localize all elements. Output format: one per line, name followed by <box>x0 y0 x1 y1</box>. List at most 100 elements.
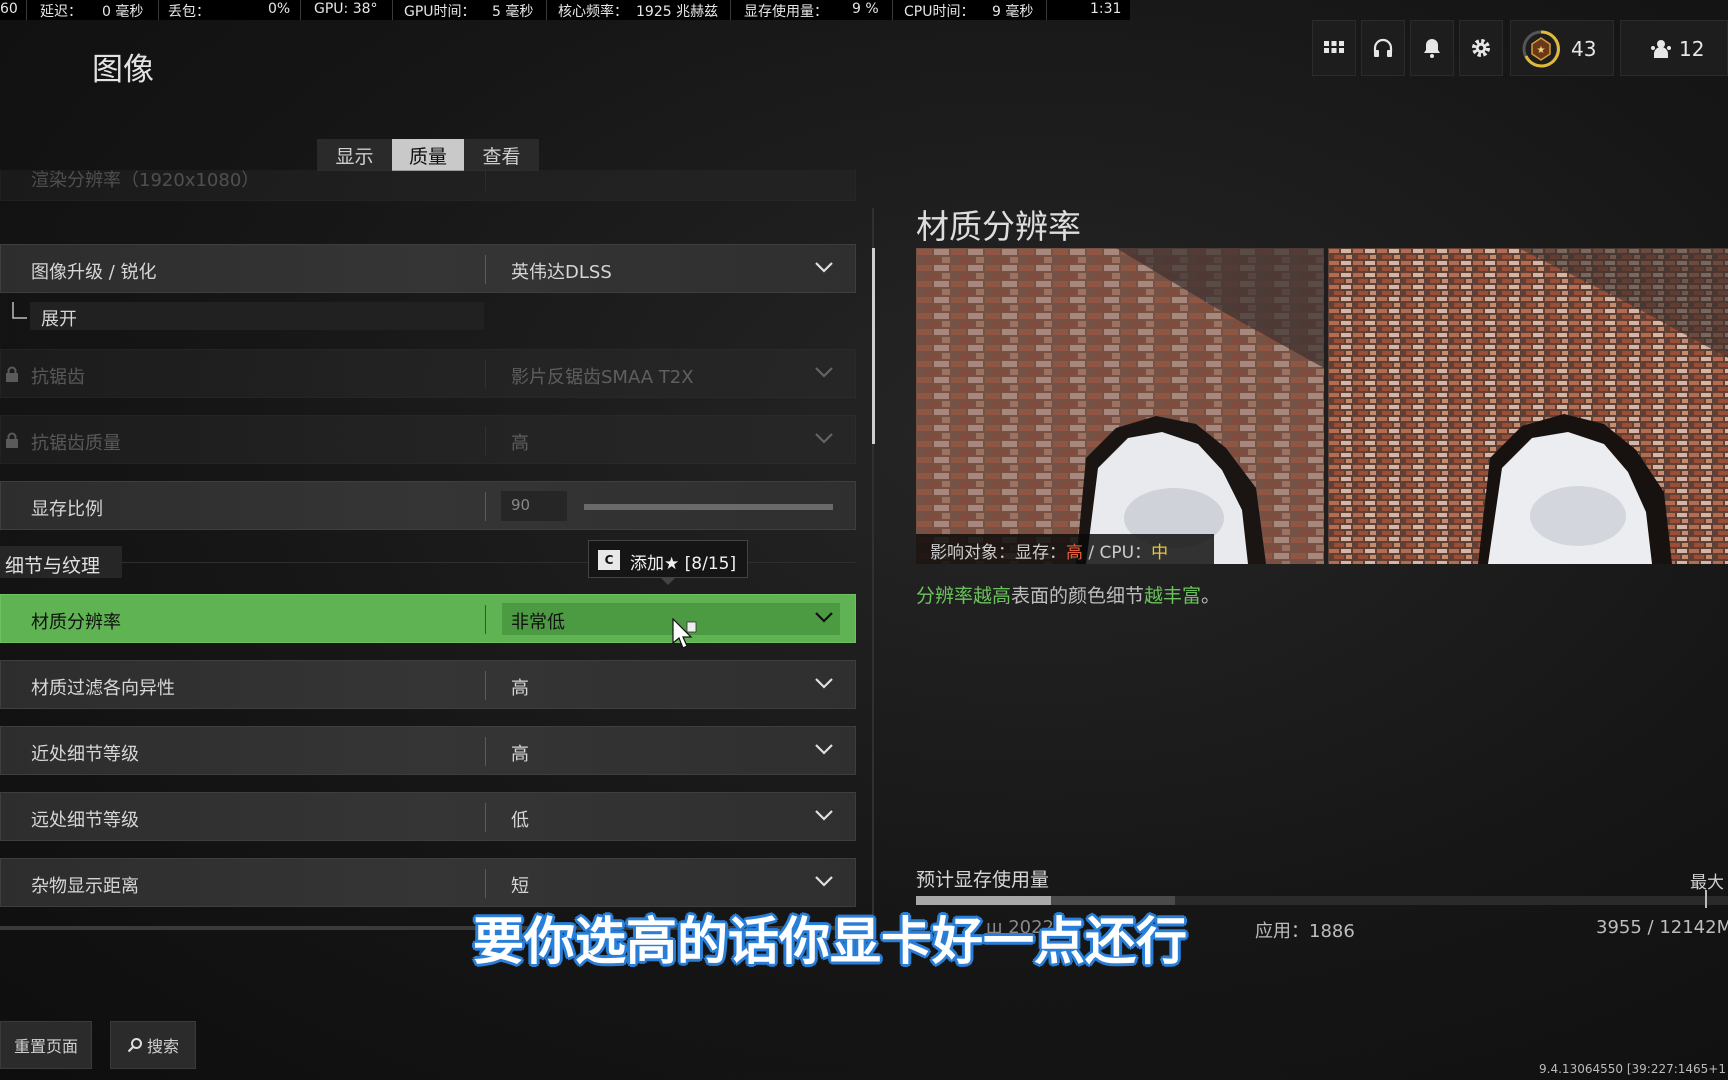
preview-image-high <box>1328 248 1728 564</box>
list-scroll-thumb[interactable] <box>872 248 875 444</box>
affect-vram-level: 高 <box>1066 543 1083 563</box>
friends-button[interactable]: 12 <box>1620 20 1728 76</box>
svg-text:★: ★ <box>1537 45 1546 56</box>
gpu-temp: GPU: 38° <box>314 1 378 17</box>
search-icon <box>127 1038 142 1053</box>
friends-count: 12 <box>1679 37 1705 61</box>
chevron-down-icon <box>815 678 833 689</box>
section-header: 细节与纹理 <box>0 546 122 578</box>
setting-row-texture-resolution[interactable]: 材质分辨率 非常低 <box>0 594 856 643</box>
vram-scale-input[interactable]: 90 <box>501 491 567 521</box>
affect-separator: / CPU： <box>1083 543 1152 563</box>
detail-title: 材质分辨率 <box>916 207 1081 246</box>
preview-image-low <box>916 248 1324 564</box>
setting-label: 渲染分辨率（1920x1080） <box>31 170 260 191</box>
vram-usage-value: 9 % <box>852 1 879 17</box>
setting-value: 低 <box>511 810 529 831</box>
detail-description: 分辨率越高表面的颜色细节越丰富。 <box>916 585 1221 607</box>
setting-row-anisotropic[interactable]: 材质过滤各向异性 高 <box>0 660 856 709</box>
reset-page-label: 重置页面 <box>13 1037 78 1056</box>
expand-sub-row[interactable]: 展开 <box>0 302 484 330</box>
setting-label: 杂物显示距离 <box>31 876 139 897</box>
expand-label: 展开 <box>41 309 77 330</box>
setting-value: 影片反锯齿SMAA T2X <box>511 367 694 388</box>
setting-label: 材质分辨率 <box>31 612 121 633</box>
cpu-time-value: 9 毫秒 <box>992 4 1034 20</box>
chevron-down-icon <box>815 744 833 755</box>
tab-view[interactable]: 查看 <box>464 139 539 171</box>
gpu-time-label: GPU时间： <box>404 4 476 20</box>
bell-icon <box>1424 39 1440 58</box>
setting-row-aa-quality: 抗锯齿质量 高 <box>0 415 856 464</box>
tab-bar: 显示 质量 查看 <box>317 139 539 171</box>
chevron-down-icon <box>815 810 833 821</box>
lock-icon <box>6 432 18 448</box>
chevron-down-icon <box>815 433 833 444</box>
core-freq-label: 核心频率： <box>558 4 628 20</box>
setting-row-render-resolution[interactable]: 渲染分辨率（1920x1080） <box>0 170 856 201</box>
setting-label: 抗锯齿质量 <box>31 433 121 454</box>
key-hint: C <box>598 550 620 570</box>
setting-row-far-lod[interactable]: 远处细节等级 低 <box>0 792 856 841</box>
setting-value: 高 <box>511 744 529 765</box>
page-title: 图像 <box>92 52 154 88</box>
setting-value: 非常低 <box>511 612 565 633</box>
rank-emblem-icon: ★ <box>1522 30 1560 68</box>
affect-badge: 影响对象：显存：高 / CPU：中 <box>916 534 1214 564</box>
vram-app-label: 应用：1886 <box>1255 921 1355 942</box>
player-rank-button[interactable]: ★ 43 <box>1510 20 1614 76</box>
setting-label: 图像升级 / 锐化 <box>31 262 157 283</box>
setting-label: 显存比例 <box>31 499 103 520</box>
chevron-down-icon <box>815 262 833 273</box>
vram-max-label: 最大 <box>1690 873 1724 893</box>
chevron-down-icon <box>815 367 833 378</box>
mouse-cursor-icon <box>672 618 697 649</box>
clock: 1:31 <box>1090 1 1122 17</box>
grid-icon <box>1324 41 1344 53</box>
audio-button[interactable] <box>1361 20 1405 76</box>
rank-level: 43 <box>1571 37 1597 61</box>
latency-value: 0 毫秒 <box>102 4 144 20</box>
fps-counter: 60 <box>0 1 18 17</box>
favorite-tooltip: C 添加★ [8/15] <box>588 540 748 578</box>
packet-loss-value: 0% <box>268 1 291 17</box>
video-subtitle: 要你选高的话你显卡好一点还行 <box>473 913 1188 972</box>
settings-button[interactable] <box>1459 20 1503 76</box>
gear-icon <box>1472 39 1490 57</box>
setting-label: 远处细节等级 <box>31 810 139 831</box>
affect-cpu-level: 中 <box>1151 543 1169 563</box>
search-button[interactable]: 搜索 <box>110 1021 196 1069</box>
tree-branch-icon <box>12 302 27 319</box>
setting-row-vram-scale[interactable]: 显存比例 90 <box>0 481 856 530</box>
tab-quality[interactable]: 质量 <box>392 139 464 171</box>
gpu-time-value: 5 毫秒 <box>492 4 534 20</box>
reset-page-button[interactable]: 重置页面 <box>0 1021 92 1069</box>
packet-loss-label: 丢包： <box>168 4 210 20</box>
vram-total-label: 3955 / 12142MB <box>1596 917 1728 938</box>
setting-label: 材质过滤各向异性 <box>31 678 175 699</box>
setting-row-upscaling[interactable]: 图像升级 / 锐化 英伟达DLSS <box>0 244 856 293</box>
notifications-button[interactable] <box>1410 20 1454 76</box>
menu-grid-button[interactable] <box>1312 20 1356 76</box>
setting-row-anti-aliasing: 抗锯齿 影片反锯齿SMAA T2X <box>0 349 856 398</box>
setting-value: 英伟达DLSS <box>511 262 612 283</box>
tooltip-text: 添加★ [8/15] <box>630 554 737 574</box>
setting-label: 近处细节等级 <box>31 744 139 765</box>
section-title: 细节与纹理 <box>5 555 101 577</box>
latency-label: 延迟： <box>40 4 82 20</box>
performance-overlay: 60 延迟： 0 毫秒 丢包： 0% GPU: 38° GPU时间： 5 毫秒 … <box>0 0 1130 20</box>
partial-row-clip: 渲染分辨率（1920x1080） <box>0 170 856 208</box>
chevron-down-icon <box>815 876 833 887</box>
setting-value: 高 <box>511 433 529 454</box>
setting-row-near-lod[interactable]: 近处细节等级 高 <box>0 726 856 775</box>
vram-scale-slider[interactable] <box>584 504 833 510</box>
setting-value: 高 <box>511 678 529 699</box>
tab-display[interactable]: 显示 <box>317 139 392 171</box>
vram-max-tick <box>1705 890 1707 908</box>
headset-icon <box>1373 38 1393 57</box>
version-string: 9.4.13064550 [39:227:1465+1 <box>1539 1062 1726 1076</box>
vram-estimate-title: 预计显存使用量 <box>916 869 1050 891</box>
setting-value: 短 <box>511 876 529 897</box>
lock-icon <box>6 366 18 382</box>
core-freq-value: 1925 兆赫兹 <box>636 4 719 20</box>
